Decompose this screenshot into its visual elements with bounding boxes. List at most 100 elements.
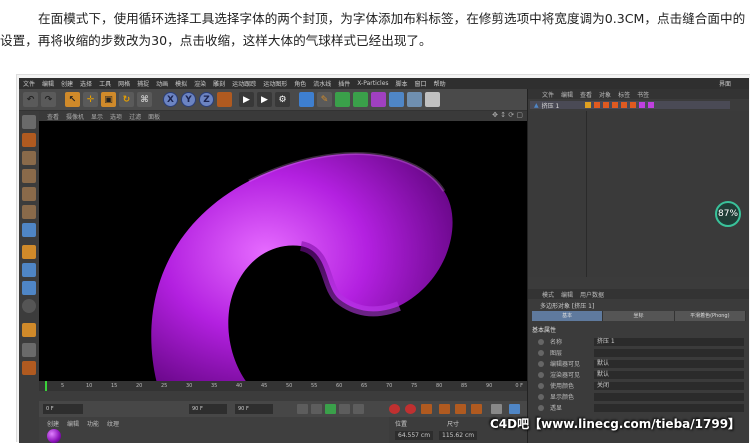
prev-key-icon[interactable] [311,404,322,414]
workplane-grid-icon[interactable] [22,343,36,357]
position-x-field[interactable]: 64.557 cm [395,431,434,440]
coordinate-system-icon[interactable] [217,92,232,107]
tag-1-icon[interactable] [585,102,592,108]
tag-5-icon[interactable] [621,102,628,108]
current-frame-field[interactable]: 0 F [43,404,83,414]
go-end-icon[interactable] [353,404,364,414]
timeline[interactable]: 0 F 5 10 15 20 25 30 35 40 45 50 55 60 65 70 75 80 85 90 [39,381,527,401]
viewport-menu-item-5[interactable]: 面板 [148,112,160,121]
menu-item-0[interactable]: 文件 [23,79,35,88]
attribute-value[interactable]: 默认 [594,359,744,368]
phong-tag-icon[interactable] [576,102,582,108]
material-menu-item-0[interactable]: 创建 [47,419,59,428]
snap-icon[interactable] [22,281,36,295]
object-menu-item-5[interactable]: 书签 [637,90,649,99]
subdivision-icon[interactable] [335,92,350,107]
param-key-icon[interactable] [491,404,502,414]
animate-dot-icon[interactable] [538,338,544,345]
menu-item-2[interactable]: 创建 [61,79,73,88]
light-icon[interactable] [425,92,440,107]
attribute-tab-0[interactable]: 基本 [532,311,604,321]
position-key-icon[interactable] [439,404,450,414]
menu-item-5[interactable]: 网格 [118,79,130,88]
object-menu-item-2[interactable]: 查看 [580,90,592,99]
next-key-icon[interactable] [339,404,350,414]
attribute-menu-item-1[interactable]: 编辑 [561,290,573,299]
menu-item-19[interactable]: 帮助 [434,79,446,88]
viewport-menu-item-2[interactable]: 显示 [91,112,103,121]
animate-dot-icon[interactable] [538,404,544,411]
play-icon[interactable] [325,404,336,414]
menu-item-14[interactable]: 流水线 [313,79,331,88]
menu-item-8[interactable]: 模拟 [175,79,187,88]
timeline-ruler[interactable]: 0 F 5 10 15 20 25 30 35 40 45 50 55 60 65 70 75 80 85 90 [39,381,527,391]
attribute-menu-item-2[interactable]: 用户数据 [580,290,604,299]
render-view-icon[interactable]: ▶ [239,92,254,107]
timeline-window-icon[interactable] [509,404,520,414]
undo-icon[interactable]: ↶ [23,92,38,107]
viewport-menu-item-4[interactable]: 过滤 [129,112,141,121]
scale-key-icon[interactable] [471,404,482,414]
material-ball[interactable] [47,429,61,443]
tag-4-icon[interactable] [612,102,619,108]
axis-mode-icon[interactable] [22,245,36,259]
object-menu-item-3[interactable]: 对象 [599,90,611,99]
array-icon[interactable] [353,92,368,107]
point-mode-icon[interactable] [22,187,36,201]
select-icon[interactable]: ↖ [65,92,80,107]
viewport-menu-item-0[interactable]: 查看 [47,112,59,121]
edge-mode-icon[interactable] [22,205,36,219]
key-selection-icon[interactable] [421,404,432,414]
camera-icon[interactable] [407,92,422,107]
menu-item-7[interactable]: 动画 [156,79,168,88]
sculpt-icon[interactable] [22,323,36,337]
object-row[interactable]: ▲ 挤压 1 [530,101,730,110]
menu-item-10[interactable]: 雕刻 [213,79,225,88]
deformer-icon[interactable] [371,92,386,107]
object-name[interactable]: 挤压 1 [542,101,560,110]
viewport-menu-item-3[interactable]: 选项 [110,112,122,121]
material-menu-item-3[interactable]: 纹理 [107,419,119,428]
menu-item-4[interactable]: 工具 [99,79,111,88]
menu-item-12[interactable]: 运动图形 [263,79,287,88]
menu-item-18[interactable]: 窗口 [415,79,427,88]
attribute-tab-2[interactable]: 平滑着色(Phong) [674,311,746,321]
material-menu-item-2[interactable]: 功能 [87,419,99,428]
object-menu-item-0[interactable]: 文件 [542,90,554,99]
viewport[interactable] [39,121,527,391]
tweak-icon[interactable] [22,263,36,277]
tag-2-icon[interactable] [594,102,601,108]
redo-icon[interactable]: ↷ [41,92,56,107]
pen-icon[interactable]: ✎ [317,92,332,107]
move-icon[interactable]: ✛ [83,92,98,107]
layout-label[interactable]: 界面 [719,79,731,88]
y-axis-icon[interactable]: Y [181,92,196,107]
menu-item-1[interactable]: 编辑 [42,79,54,88]
menu-item-15[interactable]: 插件 [338,79,350,88]
recent-tools-icon[interactable]: ⌘ [137,92,152,107]
record-icon[interactable] [389,404,400,414]
menu-item-16[interactable]: X-Particles [357,80,388,87]
menu-item-9[interactable]: 渲染 [194,79,206,88]
environment-icon[interactable] [389,92,404,107]
material-tag-icon[interactable] [639,102,646,108]
x-axis-icon[interactable]: X [163,92,178,107]
polygon-mode-icon[interactable] [22,223,36,237]
size-x-field[interactable]: 115.62 cm [439,431,478,440]
tag-6-icon[interactable] [630,102,637,108]
animate-dot-icon[interactable] [538,360,544,367]
attribute-value[interactable]: 挤压 1 [594,337,744,346]
viewport-nav-icons[interactable]: ✥ ↕ ⟳ ▢ [492,111,523,119]
animate-dot-icon[interactable] [538,349,544,356]
rotation-key-icon[interactable] [455,404,466,414]
cloth-tag-icon[interactable] [648,102,655,108]
go-start-icon[interactable] [297,404,308,414]
make-editable-icon[interactable] [22,115,36,129]
rotate-icon[interactable]: ↻ [119,92,134,107]
texture-mode-icon[interactable] [22,151,36,165]
menu-item-13[interactable]: 角色 [294,79,306,88]
max-frame-field[interactable]: 90 F [235,404,273,414]
object-list[interactable] [528,111,749,277]
attribute-value[interactable]: 关闭 [594,381,744,390]
z-axis-icon[interactable]: Z [199,92,214,107]
